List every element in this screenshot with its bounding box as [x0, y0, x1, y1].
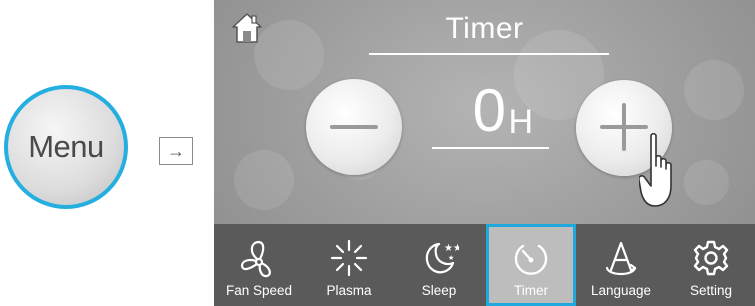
menu-button[interactable]: Menu [4, 85, 128, 209]
gear-icon [693, 240, 729, 276]
timer-screen: Timer 0 H Fan Speed Plasma ★★ ★ Sleep Ti… [214, 0, 755, 306]
tab-label: Fan Speed [225, 283, 293, 298]
sleep-icon: ★★ ★ [425, 242, 459, 274]
tab-plasma[interactable]: Plasma [304, 224, 394, 306]
tab-label: Language [590, 283, 652, 298]
pointing-hand-icon [639, 132, 672, 207]
timer-value-display: 0 H [436, 78, 546, 148]
tab-sleep[interactable]: ★★ ★ Sleep [394, 224, 484, 306]
arrow-right-icon: → [167, 140, 185, 161]
language-icon [605, 241, 637, 276]
fan-icon [240, 240, 271, 278]
svg-text:★★: ★★ [444, 243, 459, 254]
page-title: Timer [445, 12, 524, 45]
decrease-button[interactable] [306, 79, 402, 175]
tab-label: Timer [514, 283, 548, 298]
timer-unit: H [508, 103, 533, 141]
timer-icon [514, 244, 548, 275]
tab-setting[interactable]: Setting [666, 224, 755, 306]
tab-timer[interactable]: Timer [486, 224, 576, 306]
minus-icon [330, 125, 378, 129]
plasma-icon [330, 239, 368, 277]
tab-language[interactable]: Language [576, 224, 666, 306]
timer-value: 0 [472, 77, 506, 144]
arrow-indicator: → [159, 137, 193, 165]
plus-icon-vertical [622, 103, 626, 151]
title-underline [369, 53, 609, 55]
menu-button-label: Menu [28, 129, 104, 164]
svg-text:★: ★ [448, 254, 454, 262]
tab-label: Plasma [326, 283, 372, 298]
bottom-menu-bar: Fan Speed Plasma ★★ ★ Sleep Timer Langua… [214, 224, 755, 306]
tab-label: Setting [689, 283, 733, 298]
value-underline [432, 147, 549, 149]
tab-label: Sleep [421, 283, 457, 298]
tab-fan-speed[interactable]: Fan Speed [214, 224, 304, 306]
